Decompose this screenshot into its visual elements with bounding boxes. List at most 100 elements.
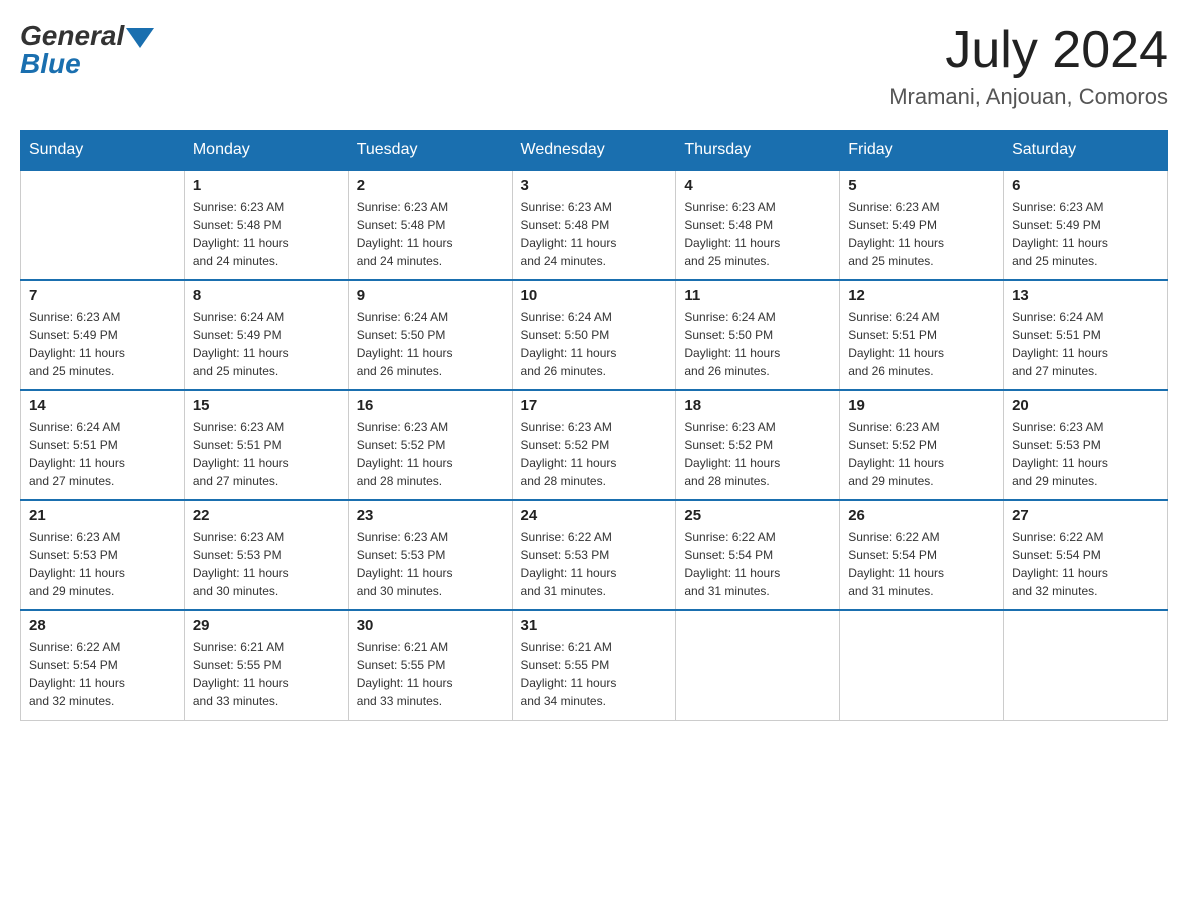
day-cell: 28Sunrise: 6:22 AM Sunset: 5:54 PM Dayli… — [21, 610, 185, 720]
calendar-body: 1 Sunrise: 6:23 AM Sunset: 5:48 PM Daylig… — [21, 170, 1168, 720]
header-cell-monday: Monday — [184, 131, 348, 171]
week-row-3: 14Sunrise: 6:24 AM Sunset: 5:51 PM Dayli… — [21, 390, 1168, 500]
day-cell: 30 Sunrise: 6:21 AM Sunset: 5:55 PM Dayli… — [348, 610, 512, 720]
location-subtitle: Mramani, Anjouan, Comoros — [889, 84, 1168, 110]
day-number: 19 — [848, 397, 995, 414]
day-info: Sunrise: 6:23 AM Sunset: 5:48 PM Dayligh… — [684, 198, 831, 270]
day-info: Sunrise: 6:23 AM Sunset: 5:52 PM Dayligh… — [848, 418, 995, 490]
logo-blue-text: Blue — [20, 48, 81, 80]
day-info: Sunrise: 6:22 AM Sunset: 5:54 PM Dayligh… — [1012, 528, 1159, 600]
day-number: 30 — [357, 617, 504, 634]
day-info: Sunrise: 6:24 AM Sunset: 5:50 PM Dayligh… — [521, 308, 668, 380]
week-row-2: 7 Sunrise: 6:23 AM Sunset: 5:49 PM Daylig… — [21, 280, 1168, 390]
day-number: 27 — [1012, 507, 1159, 524]
day-number: 31 — [521, 617, 668, 634]
calendar-table: SundayMondayTuesdayWednesdayThursdayFrid… — [20, 130, 1168, 721]
day-number: 20 — [1012, 397, 1159, 414]
day-number: 3 — [521, 177, 668, 194]
day-info: Sunrise: 6:24 AM Sunset: 5:50 PM Dayligh… — [684, 308, 831, 380]
day-number: 17 — [521, 397, 668, 414]
day-number: 1 — [193, 177, 340, 194]
month-year-title: July 2024 — [889, 20, 1168, 80]
day-number: 9 — [357, 287, 504, 304]
day-cell: 16 Sunrise: 6:23 AM Sunset: 5:52 PM Dayli… — [348, 390, 512, 500]
logo-triangle-icon — [126, 28, 154, 48]
header-cell-friday: Friday — [840, 131, 1004, 171]
day-cell: 29 Sunrise: 6:21 AM Sunset: 5:55 PM Dayli… — [184, 610, 348, 720]
day-cell: 26 Sunrise: 6:22 AM Sunset: 5:54 PM Dayli… — [840, 500, 1004, 610]
day-info: Sunrise: 6:21 AM Sunset: 5:55 PM Dayligh… — [521, 638, 668, 710]
day-info: Sunrise: 6:22 AM Sunset: 5:54 PM Dayligh… — [29, 638, 176, 710]
day-number: 29 — [193, 617, 340, 634]
day-number: 10 — [521, 287, 668, 304]
day-cell: 9 Sunrise: 6:24 AM Sunset: 5:50 PM Daylig… — [348, 280, 512, 390]
day-info: Sunrise: 6:22 AM Sunset: 5:54 PM Dayligh… — [848, 528, 995, 600]
day-number: 5 — [848, 177, 995, 194]
day-cell: 1 Sunrise: 6:23 AM Sunset: 5:48 PM Daylig… — [184, 170, 348, 280]
day-info: Sunrise: 6:24 AM Sunset: 5:51 PM Dayligh… — [29, 418, 176, 490]
day-info: Sunrise: 6:22 AM Sunset: 5:53 PM Dayligh… — [521, 528, 668, 600]
day-cell — [676, 610, 840, 720]
day-cell: 22 Sunrise: 6:23 AM Sunset: 5:53 PM Dayli… — [184, 500, 348, 610]
day-cell: 14Sunrise: 6:24 AM Sunset: 5:51 PM Dayli… — [21, 390, 185, 500]
day-info: Sunrise: 6:22 AM Sunset: 5:54 PM Dayligh… — [684, 528, 831, 600]
logo: General Blue — [20, 20, 154, 80]
day-cell: 23 Sunrise: 6:23 AM Sunset: 5:53 PM Dayli… — [348, 500, 512, 610]
day-info: Sunrise: 6:23 AM Sunset: 5:52 PM Dayligh… — [521, 418, 668, 490]
day-number: 15 — [193, 397, 340, 414]
day-info: Sunrise: 6:23 AM Sunset: 5:52 PM Dayligh… — [357, 418, 504, 490]
day-info: Sunrise: 6:23 AM Sunset: 5:51 PM Dayligh… — [193, 418, 340, 490]
day-info: Sunrise: 6:23 AM Sunset: 5:49 PM Dayligh… — [1012, 198, 1159, 270]
header-row: SundayMondayTuesdayWednesdayThursdayFrid… — [21, 131, 1168, 171]
day-number: 25 — [684, 507, 831, 524]
page-header: General Blue July 2024 Mramani, Anjouan,… — [20, 20, 1168, 110]
day-cell: 25 Sunrise: 6:22 AM Sunset: 5:54 PM Dayli… — [676, 500, 840, 610]
header-cell-tuesday: Tuesday — [348, 131, 512, 171]
day-cell — [840, 610, 1004, 720]
day-info: Sunrise: 6:23 AM Sunset: 5:53 PM Dayligh… — [29, 528, 176, 600]
day-cell: 21Sunrise: 6:23 AM Sunset: 5:53 PM Dayli… — [21, 500, 185, 610]
day-cell: 2Sunrise: 6:23 AM Sunset: 5:48 PM Daylig… — [348, 170, 512, 280]
header-cell-saturday: Saturday — [1004, 131, 1168, 171]
day-number: 22 — [193, 507, 340, 524]
day-number: 24 — [521, 507, 668, 524]
day-cell: 4Sunrise: 6:23 AM Sunset: 5:48 PM Daylig… — [676, 170, 840, 280]
day-number: 8 — [193, 287, 340, 304]
day-cell — [1004, 610, 1168, 720]
day-cell: 5 Sunrise: 6:23 AM Sunset: 5:49 PM Daylig… — [840, 170, 1004, 280]
day-number: 11 — [684, 287, 831, 304]
day-info: Sunrise: 6:23 AM Sunset: 5:49 PM Dayligh… — [29, 308, 176, 380]
day-info: Sunrise: 6:23 AM Sunset: 5:53 PM Dayligh… — [1012, 418, 1159, 490]
day-info: Sunrise: 6:23 AM Sunset: 5:52 PM Dayligh… — [684, 418, 831, 490]
day-info: Sunrise: 6:23 AM Sunset: 5:48 PM Dayligh… — [193, 198, 340, 270]
day-number: 6 — [1012, 177, 1159, 194]
day-info: Sunrise: 6:24 AM Sunset: 5:49 PM Dayligh… — [193, 308, 340, 380]
day-number: 12 — [848, 287, 995, 304]
day-cell: 3Sunrise: 6:23 AM Sunset: 5:48 PM Daylig… — [512, 170, 676, 280]
day-info: Sunrise: 6:24 AM Sunset: 5:51 PM Dayligh… — [1012, 308, 1159, 380]
day-info: Sunrise: 6:23 AM Sunset: 5:53 PM Dayligh… — [193, 528, 340, 600]
day-cell: 27 Sunrise: 6:22 AM Sunset: 5:54 PM Dayli… — [1004, 500, 1168, 610]
day-info: Sunrise: 6:21 AM Sunset: 5:55 PM Dayligh… — [357, 638, 504, 710]
week-row-1: 1 Sunrise: 6:23 AM Sunset: 5:48 PM Daylig… — [21, 170, 1168, 280]
header-cell-thursday: Thursday — [676, 131, 840, 171]
day-number: 26 — [848, 507, 995, 524]
day-info: Sunrise: 6:23 AM Sunset: 5:49 PM Dayligh… — [848, 198, 995, 270]
day-number: 23 — [357, 507, 504, 524]
day-cell: 11 Sunrise: 6:24 AM Sunset: 5:50 PM Dayli… — [676, 280, 840, 390]
day-info: Sunrise: 6:21 AM Sunset: 5:55 PM Dayligh… — [193, 638, 340, 710]
day-info: Sunrise: 6:23 AM Sunset: 5:53 PM Dayligh… — [357, 528, 504, 600]
week-row-4: 21Sunrise: 6:23 AM Sunset: 5:53 PM Dayli… — [21, 500, 1168, 610]
day-number: 16 — [357, 397, 504, 414]
header-cell-wednesday: Wednesday — [512, 131, 676, 171]
day-cell: 12Sunrise: 6:24 AM Sunset: 5:51 PM Dayli… — [840, 280, 1004, 390]
calendar-header: SundayMondayTuesdayWednesdayThursdayFrid… — [21, 131, 1168, 171]
day-cell: 31 Sunrise: 6:21 AM Sunset: 5:55 PM Dayli… — [512, 610, 676, 720]
day-cell — [21, 170, 185, 280]
day-cell: 17 Sunrise: 6:23 AM Sunset: 5:52 PM Dayli… — [512, 390, 676, 500]
day-cell: 6 Sunrise: 6:23 AM Sunset: 5:49 PM Daylig… — [1004, 170, 1168, 280]
day-number: 7 — [29, 287, 176, 304]
title-section: July 2024 Mramani, Anjouan, Comoros — [889, 20, 1168, 110]
day-info: Sunrise: 6:24 AM Sunset: 5:50 PM Dayligh… — [357, 308, 504, 380]
day-cell: 7 Sunrise: 6:23 AM Sunset: 5:49 PM Daylig… — [21, 280, 185, 390]
